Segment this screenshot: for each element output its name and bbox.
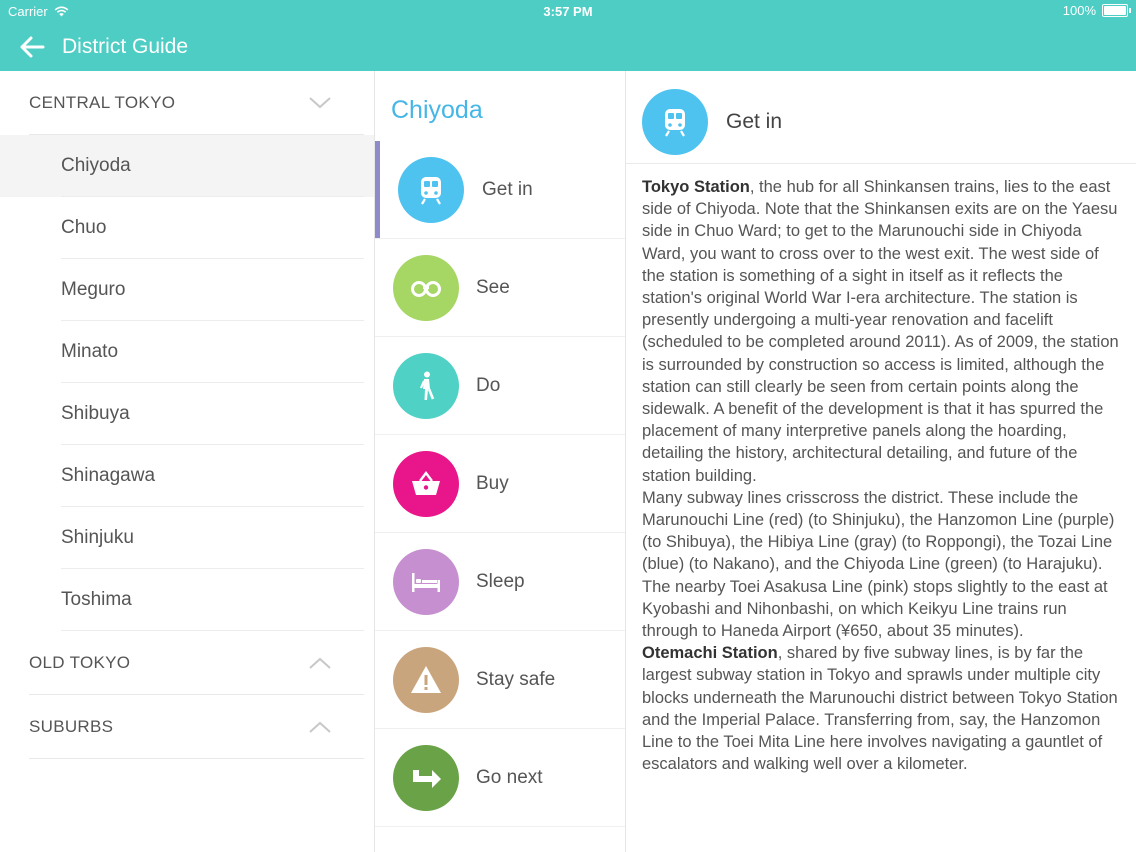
navigation-bar: District Guide <box>0 22 1136 71</box>
district-label: Meguro <box>61 279 126 300</box>
shopping-basket-icon <box>412 471 440 495</box>
category-go-next[interactable]: Go next <box>375 729 625 827</box>
paragraph-otemachi-station: Otemachi Station, shared by five subway … <box>642 642 1120 775</box>
page-title: District Guide <box>62 35 189 58</box>
category-sleep[interactable]: Sleep <box>375 533 625 631</box>
category-stay-safe[interactable]: Stay safe <box>375 631 625 729</box>
district-item-toshima[interactable]: Toshima <box>0 569 374 631</box>
section-label: CENTRAL TOKYO <box>29 93 176 112</box>
paragraph-text: , shared by five subway lines, is by far… <box>642 644 1118 774</box>
category-label: Stay safe <box>476 669 556 690</box>
paragraph-tokyo-station: Tokyo Station, the hub for all Shinkanse… <box>642 176 1120 487</box>
detail-text: Tokyo Station, the hub for all Shinkanse… <box>626 164 1136 775</box>
status-time: 3:57 PM <box>543 4 593 19</box>
district-label: Shinjuku <box>61 527 134 548</box>
turn-arrow-icon <box>413 770 441 788</box>
section-label: SUBURBS <box>29 717 114 736</box>
binoculars-icon <box>411 281 441 297</box>
district-item-shinjuku[interactable]: Shinjuku <box>0 507 374 569</box>
category-do[interactable]: Do <box>375 337 625 435</box>
back-arrow-icon[interactable] <box>18 33 46 61</box>
walking-person-icon <box>419 371 435 400</box>
category-icon-circle <box>398 157 464 223</box>
category-label: Get in <box>482 179 533 200</box>
category-list: Chiyoda Get in See Do Buy Sleep Stay saf… <box>375 71 626 852</box>
category-icon-circle <box>393 647 459 713</box>
district-list: CENTRAL TOKYO Chiyoda Chuo Meguro Minato… <box>0 71 375 852</box>
warning-icon <box>411 666 441 693</box>
bold-term: Tokyo Station <box>642 178 750 196</box>
detail-icon-circle <box>642 89 708 155</box>
app-header: Carrier 3:57 PM 100% District Guide <box>0 0 1136 71</box>
section-header-central-tokyo[interactable]: CENTRAL TOKYO <box>0 71 374 135</box>
bed-icon <box>412 573 440 592</box>
category-label: Sleep <box>476 571 525 592</box>
section-label: OLD TOKYO <box>29 653 131 672</box>
train-icon <box>665 109 685 137</box>
chevron-up-icon <box>309 721 331 733</box>
paragraph-text: Many subway lines crisscross the distric… <box>642 488 1115 641</box>
bold-term: Otemachi Station <box>642 644 778 663</box>
paragraph-subway-lines: Many subway lines crisscross the distric… <box>642 487 1120 642</box>
battery-percent: 100% <box>1062 3 1096 18</box>
district-item-meguro[interactable]: Meguro <box>0 259 374 321</box>
battery-icon <box>1102 4 1131 17</box>
train-icon <box>421 177 441 205</box>
category-icon-circle <box>393 745 459 811</box>
chevron-down-icon <box>309 97 331 109</box>
district-label: Shinagawa <box>61 465 156 486</box>
category-icon-circle <box>393 549 459 615</box>
category-label: Go next <box>476 767 543 788</box>
category-icon-circle <box>393 451 459 517</box>
category-label: See <box>476 277 510 298</box>
district-item-shinagawa[interactable]: Shinagawa <box>0 445 374 507</box>
district-title: Chiyoda <box>391 96 483 124</box>
section-header-suburbs[interactable]: SUBURBS <box>0 695 374 759</box>
status-bar: Carrier 3:57 PM 100% <box>0 0 1136 22</box>
category-buy[interactable]: Buy <box>375 435 625 533</box>
district-item-shibuya[interactable]: Shibuya <box>0 383 374 445</box>
paragraph-text: , the hub for all Shinkansen trains, lie… <box>642 178 1119 485</box>
district-label: Chiyoda <box>61 155 131 176</box>
district-label: Chuo <box>61 217 107 238</box>
district-label: Toshima <box>61 589 132 610</box>
district-label: Minato <box>61 341 119 362</box>
detail-header: Get in <box>626 71 1136 164</box>
district-item-chiyoda[interactable]: Chiyoda <box>0 135 374 197</box>
chevron-up-icon <box>309 657 331 669</box>
category-icon-circle <box>393 255 459 321</box>
detail-title: Get in <box>726 110 783 133</box>
category-label: Buy <box>476 473 509 494</box>
section-header-old-tokyo[interactable]: OLD TOKYO <box>0 631 374 695</box>
category-get-in[interactable]: Get in <box>375 141 625 239</box>
district-item-minato[interactable]: Minato <box>0 321 374 383</box>
district-item-chuo[interactable]: Chuo <box>0 197 374 259</box>
category-see[interactable]: See <box>375 239 625 337</box>
category-label: Do <box>476 375 501 396</box>
status-right: 100% <box>1062 3 1131 18</box>
district-label: Shibuya <box>61 403 130 424</box>
category-icon-circle <box>393 353 459 419</box>
detail-panel: Get in Tokyo Station, the hub for all Sh… <box>626 71 1136 852</box>
